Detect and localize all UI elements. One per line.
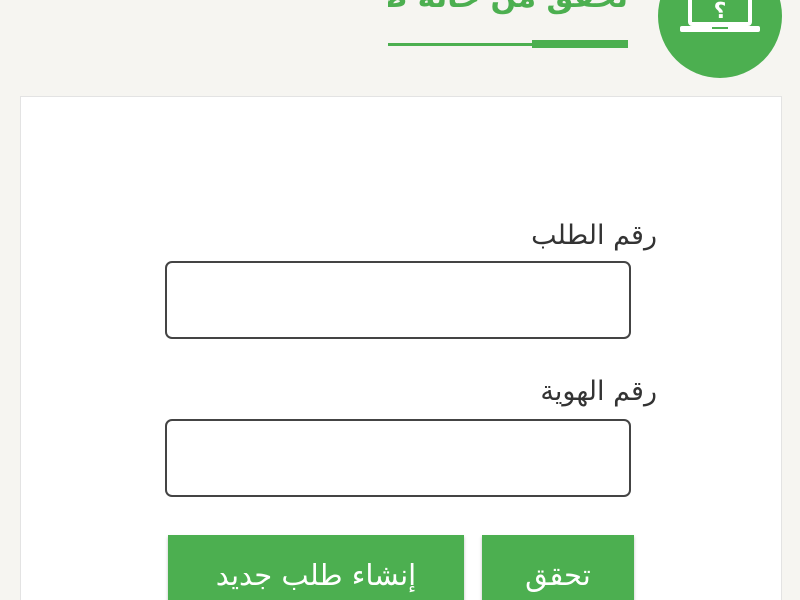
title-underline-accent [532,40,628,48]
laptop-question-icon: ؟ [680,0,760,32]
logo-badge: ؟ [658,0,782,78]
page-title: تحقق من حالة طلبك [388,0,628,18]
check-button[interactable]: تحقق [482,535,634,600]
status-check-page: تحقق من حالة طلبك ؟ رقم الطلب رقم الهوية… [0,0,800,600]
request-number-input[interactable] [165,261,631,339]
request-number-label: رقم الطلب [531,220,657,251]
id-number-label: رقم الهوية [540,376,657,407]
id-number-input[interactable] [165,419,631,497]
svg-text:؟: ؟ [714,0,727,24]
title-underline [388,40,628,48]
form-card: رقم الطلب رقم الهوية إنشاء طلب جديد تحقق [20,96,782,600]
new-request-button[interactable]: إنشاء طلب جديد [168,535,464,600]
